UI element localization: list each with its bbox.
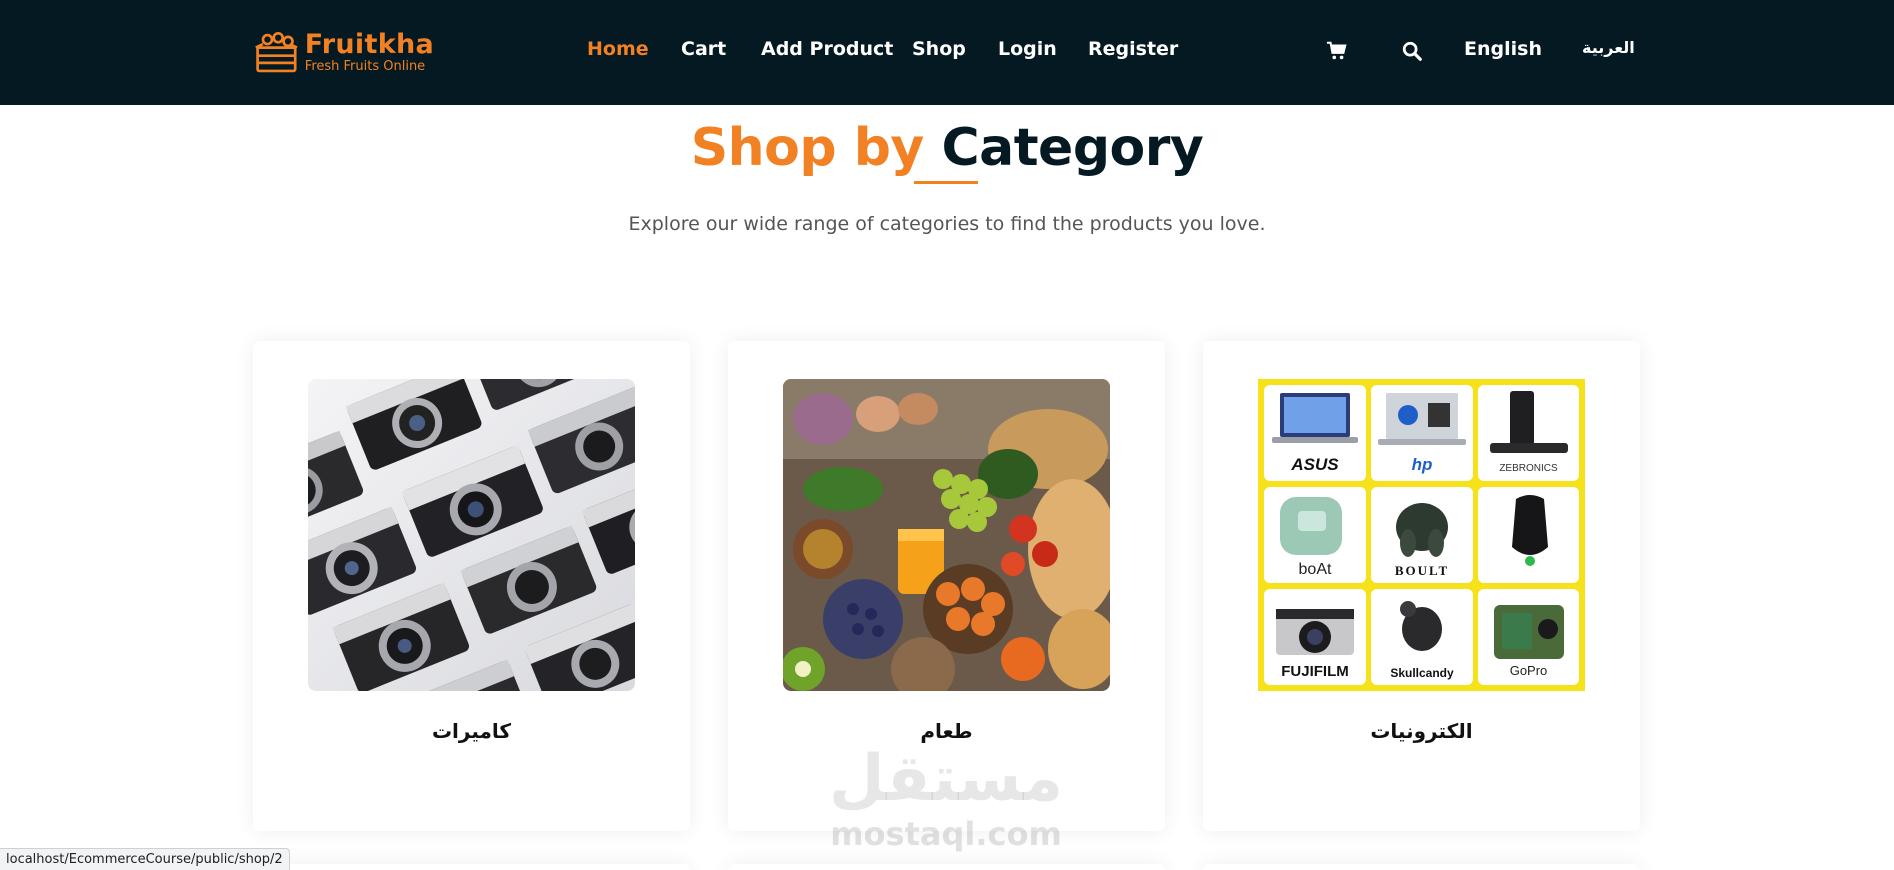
category-label-electronics[interactable]: الكترونيات [1203, 719, 1640, 743]
nav-home[interactable]: Home [587, 38, 649, 60]
nav-cart[interactable]: Cart [681, 38, 726, 60]
watermark-arabic: مستقل [828, 742, 1064, 816]
nav-login[interactable]: Login [998, 38, 1057, 60]
section-title-rest: Category [941, 118, 1204, 178]
category-card-cameras[interactable]: كاميرات [253, 341, 690, 831]
brand-label-boult: BOULT [1394, 563, 1450, 578]
search-icon[interactable] [1401, 40, 1423, 62]
browser-status-bar-url: localhost/EcommerceCourse/public/shop/2 [0, 848, 290, 870]
cameras-photo[interactable] [308, 379, 635, 691]
food-photo[interactable] [783, 379, 1110, 691]
brand-label-boat: boAt [1298, 561, 1332, 578]
category-card-electronics[interactable]: ASUS hp ZEBRONICS boAt BOULT FUJIFILM Sk… [1203, 341, 1640, 831]
top-navbar: Fruitkha Fresh Fruits Online Home Cart A… [0, 0, 1894, 105]
category-label-food[interactable]: طعام [728, 719, 1165, 743]
section-subtitle: Explore our wide range of categories to … [628, 213, 1266, 235]
electronics-brands-collage[interactable]: ASUS hp ZEBRONICS boAt BOULT FUJIFILM Sk… [1258, 379, 1585, 691]
category-card-next-2[interactable] [728, 864, 1165, 870]
nav-add-product[interactable]: Add Product [761, 38, 893, 60]
language-english[interactable]: English [1464, 38, 1542, 60]
category-card-next-3[interactable] [1203, 864, 1640, 870]
watermark-latin: mostaql.com [830, 815, 1062, 853]
shopping-cart-icon[interactable] [1326, 40, 1348, 62]
title-underline [914, 181, 978, 184]
nav-shop[interactable]: Shop [912, 38, 966, 60]
brand-label-zebronics: ZEBRONICS [1499, 463, 1558, 474]
section-title: Shop by Category [0, 114, 1894, 182]
brand-label-hp: hp [1411, 455, 1433, 474]
brand-logo[interactable]: Fruitkha Fresh Fruits Online [254, 28, 434, 78]
nav-register[interactable]: Register [1088, 38, 1178, 60]
brand-label-fujifilm: FUJIFILM [1281, 663, 1349, 680]
brand-label-gopro: GoPro [1509, 663, 1548, 678]
language-arabic[interactable]: العربية [1582, 38, 1635, 57]
brand-label-skullcandy: Skullcandy [1390, 666, 1454, 680]
fruit-basket-icon [255, 31, 298, 73]
brand-label-asus: ASUS [1291, 455, 1339, 474]
category-card-next-1[interactable] [253, 864, 690, 870]
category-label-cameras[interactable]: كاميرات [253, 719, 690, 743]
section-title-highlight: Shop by [690, 118, 925, 178]
brand-name: Fruitkha [304, 29, 434, 60]
brand-tagline: Fresh Fruits Online [304, 59, 426, 74]
